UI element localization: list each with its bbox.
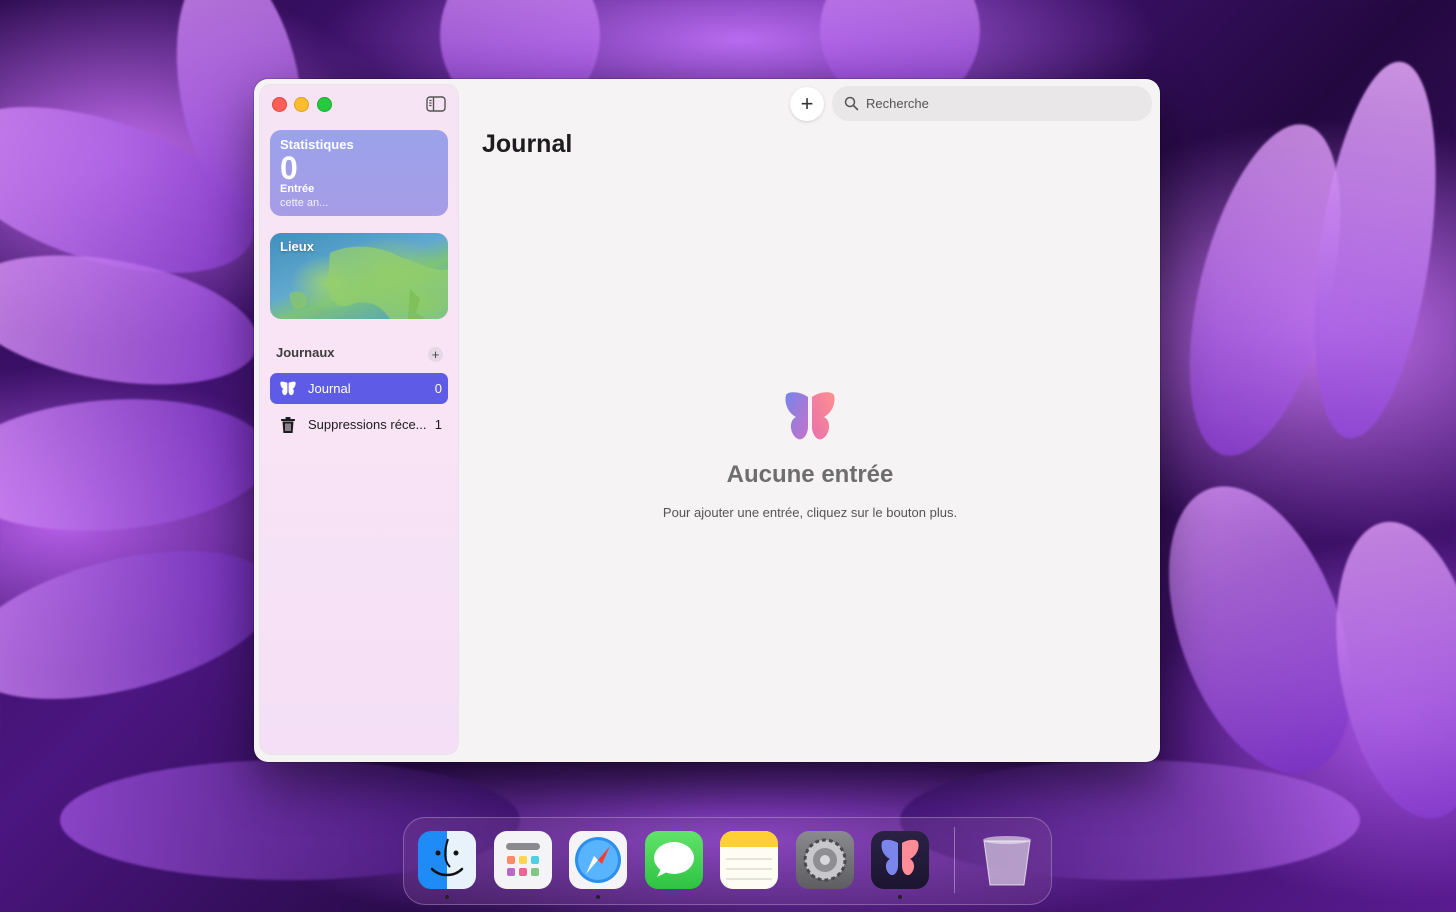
messages-icon — [654, 842, 694, 877]
sidebar-item-label: Suppressions réce... — [308, 417, 427, 432]
search-field[interactable] — [832, 86, 1152, 121]
notes-icon — [720, 831, 778, 880]
empty-state-title: Aucune entrée — [726, 461, 894, 488]
trash-icon — [983, 836, 1031, 886]
sidebar-item-count: 1 — [434, 417, 442, 432]
trash-icon — [281, 417, 295, 433]
journal-butterfly-icon — [785, 392, 835, 440]
stats-value: 0 — [280, 150, 298, 186]
sidebar-item-count: 0 — [434, 381, 442, 396]
close-button[interactable] — [272, 97, 287, 112]
running-indicator — [445, 895, 449, 899]
journal-app-icon — [881, 839, 919, 876]
finder-icon — [430, 838, 464, 877]
sidebar: Statistiques 0 Entrée cette an... Lieux … — [260, 85, 458, 754]
sidebar-item-recently-deleted[interactable]: Suppressions réce... 1 — [270, 409, 448, 440]
running-indicator — [898, 895, 902, 899]
search-icon — [844, 96, 859, 111]
add-journal-button[interactable]: + — [428, 347, 443, 362]
minimize-button[interactable] — [294, 97, 309, 112]
dock-journal[interactable] — [871, 831, 929, 899]
journals-section-title: Journaux — [276, 345, 335, 360]
dock-system-settings[interactable] — [796, 831, 854, 889]
dock-notes[interactable] — [720, 831, 778, 889]
stats-sublabel: cette an... — [280, 197, 329, 209]
dock — [403, 817, 1052, 905]
safari-icon — [575, 837, 621, 883]
launchpad-icon — [506, 843, 540, 876]
empty-state-subtitle: Pour ajouter une entrée, cliquez sur le … — [662, 505, 958, 520]
sidebar-item-journal[interactable]: Journal 0 — [270, 373, 448, 404]
dock-trash[interactable] — [978, 831, 1036, 889]
zoom-button[interactable] — [317, 97, 332, 112]
sidebar-toggle-icon[interactable] — [426, 96, 446, 112]
journal-window: Statistiques 0 Entrée cette an... Lieux … — [254, 79, 1160, 762]
butterfly-icon — [280, 381, 296, 396]
stats-card[interactable]: Statistiques 0 Entrée cette an... — [270, 130, 448, 216]
places-title: Lieux — [280, 239, 314, 254]
places-map-card[interactable]: Lieux — [270, 233, 448, 319]
new-entry-button[interactable]: + — [790, 87, 824, 121]
page-title: Journal — [482, 130, 573, 158]
running-indicator — [596, 895, 600, 899]
dock-separator — [954, 827, 955, 893]
stats-label: Entrée — [280, 183, 315, 195]
dock-finder[interactable] — [418, 831, 476, 899]
settings-icon — [803, 838, 847, 882]
dock-messages[interactable] — [645, 831, 703, 889]
sidebar-item-label: Journal — [308, 381, 351, 396]
dock-safari[interactable] — [569, 831, 627, 899]
search-input[interactable] — [866, 86, 1136, 121]
dock-launchpad[interactable] — [494, 831, 552, 889]
